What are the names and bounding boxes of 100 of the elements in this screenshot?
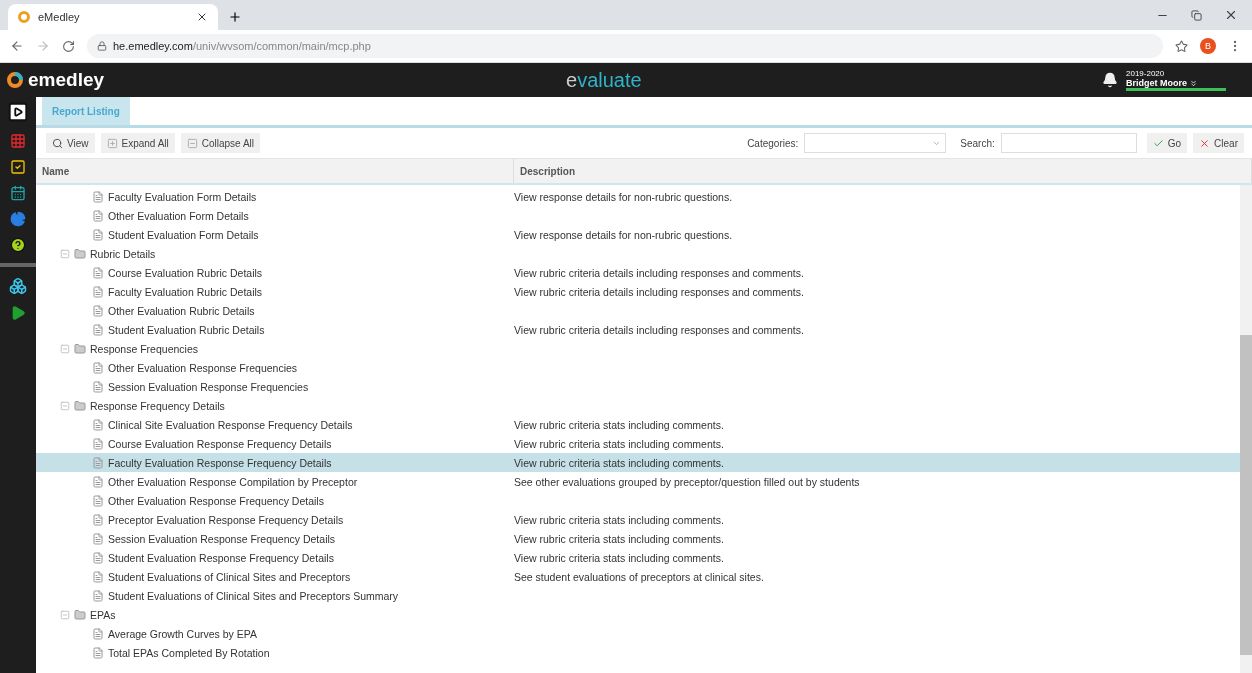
report-row[interactable]: Faculty Evaluation Rubric Details View rubric criteria details including responses and comments. [36,282,1240,301]
report-description: View rubric criteria stats including comments. [514,437,724,450]
close-icon [1199,137,1211,149]
report-row[interactable]: Session Evaluation Response Frequency Details View rubric criteria stats including comments. [36,529,1240,548]
report-row[interactable]: Total EPAs Completed By Rotation [36,643,1240,662]
report-row[interactable]: Session Evaluation Response Frequencies [36,377,1240,396]
search-icon [52,137,63,149]
address-field[interactable]: he.emedley.com/univ/wvsom/common/main/mcp.php [87,34,1163,58]
folder-icon [74,608,86,621]
restore-icon[interactable] [1191,9,1202,21]
report-name: Faculty Evaluation Form Details [108,190,257,203]
back-icon[interactable] [10,39,24,53]
column-header: Name [36,159,514,183]
collapse-button[interactable]: Collapse All [180,133,261,153]
report-row[interactable]: Student Evaluations of Clinical Sites and Preceptors Summary [36,586,1240,605]
cubes-icon[interactable] [9,277,27,295]
document-icon [92,380,104,393]
group-name: EPAs [90,608,116,621]
report-row[interactable]: Student Evaluation Form Details View response details for non-rubric questions. [36,225,1240,244]
report-name: Other Evaluation Form Details [108,209,249,222]
clear-button[interactable]: Clear [1193,133,1244,153]
notification-icon[interactable] [1102,72,1118,88]
report-name: Faculty Evaluation Rubric Details [108,285,263,298]
pie-chart-icon[interactable] [10,211,26,227]
report-row[interactable]: Other Evaluation Response Frequencies [36,358,1240,377]
go-button[interactable]: Go [1146,133,1188,153]
report-row[interactable]: Course Evaluation Response Frequency Details View rubric criteria stats including comments. [36,434,1240,453]
new-tab-icon[interactable] [228,10,242,24]
report-name: Student Evaluations of Clinical Sites and Preceptors Summary [108,589,399,602]
document-icon [92,418,104,431]
collapse-icon [186,137,198,149]
document-icon [92,532,104,545]
report-row[interactable]: Student Evaluation Rubric Details View rubric criteria details including responses and comments. [36,320,1240,339]
report-row[interactable]: Course Evaluation Rubric Details View rubric criteria details including responses and comments. [36,263,1240,282]
group-name: Rubric Details [90,247,156,260]
document-icon [92,323,104,336]
folder-icon [74,247,86,260]
expand-button[interactable]: Expand All [100,133,175,153]
scrollbar[interactable] [1240,185,1252,673]
report-row[interactable]: Faculty Evaluation Form Details View response details for non-rubric questions. [36,187,1240,206]
report-name: Student Evaluation Response Frequency Details [108,551,334,564]
help-icon[interactable] [10,237,26,253]
document-icon [92,361,104,374]
report-row[interactable]: Clinical Site Evaluation Response Frequency Details View rubric criteria stats including comments. [36,415,1240,434]
document-icon [92,209,104,222]
report-row[interactable]: Average Growth Curves by EPA [36,624,1240,643]
check-icon [1152,137,1164,149]
bookmark-icon[interactable] [1175,39,1188,53]
report-row[interactable]: Student Evaluation Response Frequency Details View rubric criteria stats including comments. [36,548,1240,567]
browser-tab[interactable]: eMedley [8,4,218,30]
report-name: Total EPAs Completed By Rotation [108,646,270,659]
folder-icon [74,399,86,412]
report-description: View response details for non-rubric questions. [514,190,733,203]
report-description: View rubric criteria details including responses and comments. [514,285,804,298]
report-name: Preceptor Evaluation Response Frequency Details [108,513,344,526]
tab-title: eMedley [38,11,80,23]
report-row[interactable]: Other Evaluation Form Details [36,206,1240,225]
profile-avatar[interactable]: B [1200,38,1216,54]
report-name: Student Evaluations of Clinical Sites and Preceptors [108,570,351,583]
calendar-icon[interactable] [10,185,26,201]
chevron-icon [1189,78,1198,88]
document-icon [92,570,104,583]
report-row[interactable]: Preceptor Evaluation Response Frequency Details View rubric criteria stats including comments. [36,510,1240,529]
report-name: Faculty Evaluation Response Frequency Details [108,456,332,469]
document-icon [92,266,104,279]
document-icon [92,513,104,526]
report-row[interactable]: Other Evaluation Response Compilation by Preceptor See other evaluations grouped by preceptor/question filled out by students [36,472,1240,491]
report-name: Other Evaluation Rubric Details [108,304,255,317]
report-description: View rubric criteria stats including comments. [514,532,724,545]
reload-icon[interactable] [62,39,75,53]
report-row[interactable]: Other Evaluation Rubric Details [36,301,1240,320]
play-icon[interactable] [10,305,26,321]
grid-icon[interactable] [10,133,26,149]
report-row[interactable]: Faculty Evaluation Response Frequency Details View rubric criteria stats including comments. [36,453,1240,472]
document-icon [92,285,104,298]
group-name: Response Frequency Details [90,399,225,412]
close-icon[interactable] [196,11,208,23]
view-button[interactable]: View [46,133,95,153]
checkbox-icon[interactable] [10,159,26,175]
document-icon [92,646,104,659]
app-name: evaluate [566,68,643,92]
report-name: Other Evaluation Response Compilation by Preceptor [108,475,358,488]
search-field[interactable] [1000,133,1137,153]
report-row[interactable]: Student Evaluations of Clinical Sites and Preceptors See student evaluations of preceptors at clinical sites. [36,567,1240,586]
report-row[interactable]: Other Evaluation Response Frequency Details [36,491,1240,510]
expand-icon [106,137,118,149]
folder-icon [74,342,86,355]
report-description: View response details for non-rubric questions. [514,228,733,241]
report-description: View rubric criteria stats including comments. [514,551,724,564]
document-icon [92,551,104,564]
document-icon [92,304,104,317]
report-name: Course Evaluation Rubric Details [108,266,263,279]
user-menu[interactable]: 2019-2020 Bridget Moore [1126,69,1226,91]
close-icon[interactable] [1224,8,1238,22]
report-description: See other evaluations grouped by preceptor/question filled out by students [514,475,860,488]
report-name: Course Evaluation Response Frequency Details [108,437,332,450]
brand-name: emedley [28,69,105,91]
group-name: Response Frequencies [90,342,198,355]
report-name: Average Growth Curves by EPA [108,627,257,640]
play-box-icon[interactable] [7,101,29,123]
